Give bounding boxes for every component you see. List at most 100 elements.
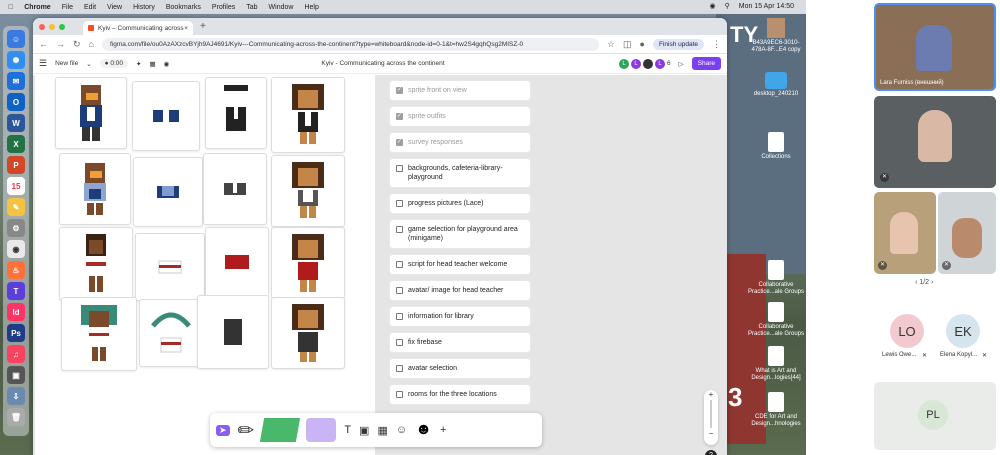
sprite-card[interactable] <box>271 297 345 369</box>
menu-profiles[interactable]: Profiles <box>212 4 235 11</box>
menu-app-name[interactable]: Chrome <box>24 4 50 11</box>
sprite-card[interactable] <box>205 227 269 297</box>
desktop-item-doc[interactable]: Collaborative Practice...ale Groups <box>746 260 806 296</box>
zoom-track[interactable] <box>710 400 712 428</box>
viewer-count[interactable]: 6 <box>667 60 671 67</box>
add-more-tools-icon[interactable]: + <box>440 424 446 436</box>
powerpoint-icon[interactable]: P <box>7 156 25 174</box>
mail-icon[interactable]: ✉ <box>7 72 25 90</box>
sprite-card[interactable] <box>197 295 269 369</box>
sprite-card[interactable] <box>139 299 203 367</box>
task-item[interactable]: progress pictures (Lace) <box>390 194 530 213</box>
checkbox-checked[interactable]: ✓ <box>396 139 403 146</box>
calendar-icon[interactable]: 15 <box>7 177 25 195</box>
document-title[interactable]: Kyiv - Communicating across the continen… <box>303 60 463 67</box>
profile-icon[interactable]: ● <box>640 39 645 49</box>
desktop-item-folder[interactable]: desktop_240210 <box>746 72 806 98</box>
trash-icon[interactable]: 🗑 <box>7 408 25 426</box>
task-item[interactable]: avatar/ image for head teacher <box>390 281 530 300</box>
avatar[interactable] <box>643 58 654 69</box>
safari-icon[interactable]: ✺ <box>7 51 25 69</box>
task-item[interactable]: fix firebase <box>390 333 530 352</box>
reload-icon[interactable]: ↻ <box>73 39 81 50</box>
zoom-in-icon[interactable]: + <box>704 390 718 399</box>
play-icon[interactable]: ▷ <box>679 60 684 68</box>
checkbox[interactable] <box>396 165 403 172</box>
menu-tab[interactable]: Tab <box>246 4 257 11</box>
search-icon[interactable]: ⚲ <box>725 2 730 10</box>
sprite-card[interactable] <box>132 81 200 151</box>
url-field[interactable]: figma.com/file/ou0AzAXzcvBYjh9AJ4691/Kyi… <box>101 37 599 51</box>
back-icon[interactable]: ← <box>39 39 48 49</box>
frame-icon[interactable]: ▦ <box>150 60 156 68</box>
preview-icon[interactable]: ▣ <box>7 366 25 384</box>
participant-avatar[interactable]: LO <box>890 314 924 348</box>
shapes-tool-icon[interactable] <box>306 418 337 442</box>
participant-tile[interactable]: ✕ <box>874 96 996 188</box>
participant-tile[interactable]: Lara Furniss (внешний) <box>874 3 996 91</box>
task-item[interactable]: backgrounds, cafeteria-library-playgroun… <box>390 159 530 187</box>
pager-next-icon[interactable]: › <box>931 279 933 286</box>
apple-icon[interactable]:  <box>8 4 13 11</box>
photoshop-icon[interactable]: Ps <box>7 324 25 342</box>
menu-view[interactable]: View <box>107 4 122 11</box>
checkbox[interactable] <box>396 200 403 207</box>
close-tab-icon[interactable]: × <box>184 25 188 32</box>
minimize-window-button[interactable] <box>49 23 55 30</box>
desktop-item-doc[interactable]: What is Art and Design...logies[44] <box>746 346 806 382</box>
stamp-icon[interactable]: ◉ <box>164 60 170 68</box>
excel-icon[interactable]: X <box>7 135 25 153</box>
checkbox-checked[interactable]: ✓ <box>396 87 403 94</box>
more-menu-icon[interactable]: ⋮ <box>712 39 721 50</box>
close-window-button[interactable] <box>39 23 45 30</box>
sprite-card[interactable] <box>59 153 131 225</box>
bookmark-star-icon[interactable]: ☆ <box>607 39 615 50</box>
figma-menu-icon[interactable]: ☰ <box>39 58 47 69</box>
sprite-card[interactable] <box>203 153 267 225</box>
task-item[interactable]: game selection for playground area (mini… <box>390 220 530 248</box>
home-icon[interactable]: ⌂ <box>89 39 94 49</box>
sprite-card[interactable] <box>59 227 133 301</box>
task-item[interactable]: avatar selection <box>390 359 530 378</box>
avatar[interactable]: L <box>619 58 630 69</box>
sidebar-icon[interactable]: ◫ <box>623 39 632 50</box>
sparkle-icon[interactable]: ✦ <box>136 60 141 68</box>
text-tool-icon[interactable]: T <box>344 424 351 436</box>
participant-avatar[interactable]: PL <box>918 400 948 430</box>
timer-badge[interactable]: ● 0:00 <box>99 59 129 68</box>
sprite-card[interactable] <box>135 233 205 301</box>
checkbox[interactable] <box>396 391 403 398</box>
task-item[interactable]: script for head teacher welcome <box>390 255 530 274</box>
word-icon[interactable]: W <box>7 114 25 132</box>
chrome-icon[interactable]: ◉ <box>7 240 25 258</box>
avatar[interactable]: L <box>655 58 666 69</box>
sprite-card[interactable] <box>133 157 203 227</box>
pager-prev-icon[interactable]: ‹ <box>915 279 917 286</box>
downloads-icon[interactable]: ⇩ <box>7 387 25 405</box>
checkbox-checked[interactable]: ✓ <box>396 113 403 120</box>
menu-bookmarks[interactable]: Bookmarks <box>166 4 201 11</box>
desktop-item-doc[interactable]: CDE for Art and Design...hnologies <box>746 392 806 428</box>
checkbox[interactable] <box>396 226 403 233</box>
menu-window[interactable]: Window <box>269 4 294 11</box>
task-item[interactable]: ✓ sprite front on view <box>390 81 530 100</box>
stamp-tool-icon[interactable]: ☺ <box>396 424 407 436</box>
table-tool-icon[interactable]: ▦ <box>377 424 387 437</box>
checkbox[interactable] <box>396 365 403 372</box>
outlook-icon[interactable]: O <box>7 93 25 111</box>
settings-icon[interactable]: ⚙ <box>7 219 25 237</box>
participant-tile[interactable]: ✕ <box>874 192 936 274</box>
checkbox[interactable] <box>396 287 403 294</box>
desktop-item-doc[interactable]: Collections <box>746 132 806 161</box>
sprite-card[interactable] <box>271 155 345 227</box>
tab-figma[interactable]: Kyiv – Communicating across × <box>83 21 193 35</box>
sprite-card[interactable] <box>271 227 345 299</box>
new-tab-button[interactable]: + <box>200 21 206 32</box>
menu-file[interactable]: File <box>62 4 73 11</box>
menubar-clock[interactable]: Mon 15 Apr 14:50 <box>739 3 794 10</box>
zoom-window-button[interactable] <box>59 23 65 30</box>
task-item[interactable]: information for library <box>390 307 530 326</box>
finder-icon[interactable]: ☺ <box>7 30 25 48</box>
checkbox[interactable] <box>396 313 403 320</box>
notes-icon[interactable]: ✎ <box>7 198 25 216</box>
